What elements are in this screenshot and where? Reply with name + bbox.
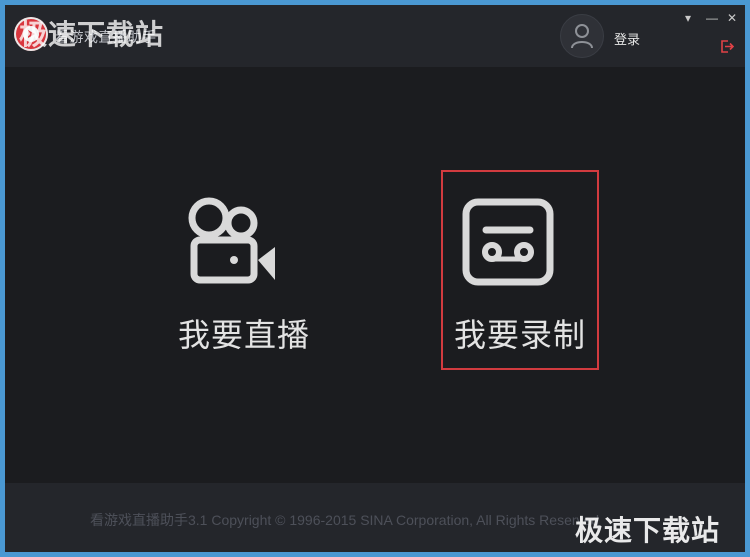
start-record-option[interactable]: 我要录制 (441, 170, 599, 370)
minimize-button[interactable]: — (706, 11, 718, 25)
user-avatar[interactable] (560, 14, 604, 58)
title-bar: 看游戏直播助手 极速下载站 登录 ▾ — ✕ (5, 5, 745, 67)
app-window: 看游戏直播助手 极速下载站 登录 ▾ — ✕ 我要直播 我要录制 看游戏直播助手… (5, 5, 745, 552)
close-button[interactable]: ✕ (727, 11, 737, 25)
watermark-top: 极速下载站 (19, 19, 165, 50)
user-icon (571, 24, 593, 49)
login-link[interactable]: 登录 (614, 29, 640, 48)
menu-dropdown-icon[interactable]: ▾ (685, 11, 691, 25)
start-live-option[interactable]: 我要直播 (165, 170, 323, 370)
copyright-text: 看游戏直播助手3.1 Copyright © 1996-2015 SINA Co… (90, 512, 600, 528)
start-live-label: 我要直播 (177, 317, 310, 353)
logout-icon[interactable] (721, 40, 734, 53)
window-frame: 看游戏直播助手 极速下载站 登录 ▾ — ✕ 我要直播 我要录制 看游戏直播助手… (0, 0, 750, 557)
recorder-icon (462, 198, 554, 286)
footer: 看游戏直播助手3.1 Copyright © 1996-2015 SINA Co… (5, 483, 745, 552)
start-record-label: 我要录制 (453, 317, 586, 353)
watermark-bottom: 极速下载站 (575, 515, 721, 546)
video-camera-icon (188, 197, 275, 284)
